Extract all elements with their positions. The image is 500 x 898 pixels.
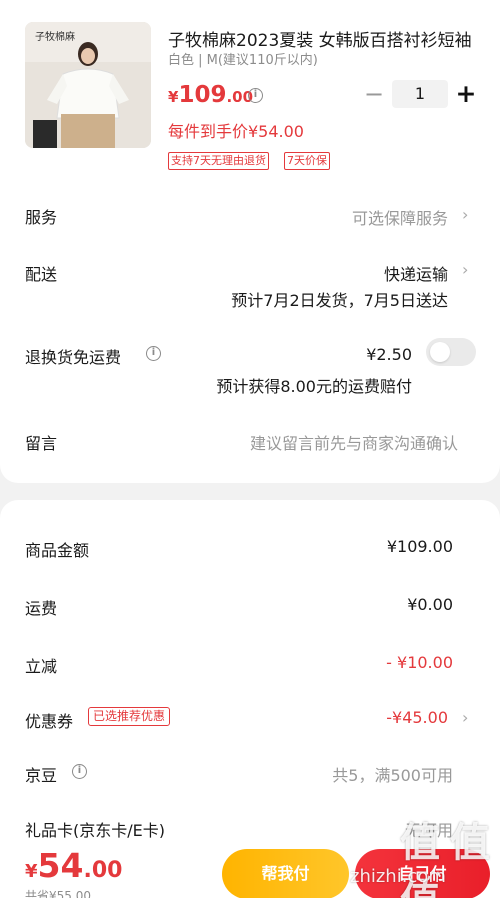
help-me-pay-button[interactable]: 帮我付: [222, 849, 349, 898]
price-info-icon[interactable]: i: [248, 88, 263, 103]
unit-price-after-discount: 每件到手价¥54.00: [168, 122, 304, 141]
tag-7day-return: 支持7天无理由退货: [168, 152, 269, 170]
total-integer: 54: [37, 846, 84, 885]
product-image-brand: 子牧棉麻: [35, 32, 75, 43]
total-saved: 共省¥55.00: [25, 889, 91, 898]
jingdou-value[interactable]: 共5，满500可用: [332, 762, 453, 786]
return-shipping-info-icon[interactable]: i: [146, 346, 161, 361]
order-item-card: 子牧棉麻 子牧棉麻2023夏装 女韩版百搭衬衫短袖 白色 | M(建议110斤以…: [0, 0, 500, 483]
coupon-value[interactable]: -¥45.00: [386, 708, 448, 727]
quantity-input[interactable]: 1: [392, 80, 448, 108]
instant-discount-label: 立减: [25, 657, 58, 676]
coupon-recommended-badge: 已选推荐优惠: [88, 707, 171, 726]
jingdou-label: 京豆: [25, 766, 58, 785]
return-shipping-price: ¥2.50: [366, 345, 412, 364]
return-shipping-label: 退换货免运费: [25, 348, 122, 367]
quantity-increase-button[interactable]: +: [454, 80, 478, 108]
delivery-label: 配送: [25, 265, 58, 284]
message-input[interactable]: 建议留言前先与商家沟通确认: [250, 430, 458, 454]
product-price: ¥109.00: [168, 82, 253, 108]
price-currency: ¥: [168, 88, 179, 106]
message-label: 留言: [25, 434, 58, 453]
tag-7day-price-protect: 7天价保: [284, 152, 330, 170]
delivery-method[interactable]: 快递运输: [384, 261, 448, 285]
product-title[interactable]: 子牧棉麻2023夏装 女韩版百搭衬衫短袖: [168, 26, 473, 51]
total-decimal: .00: [83, 858, 123, 883]
instant-discount-value: - ¥10.00: [386, 653, 453, 672]
product-spec[interactable]: 白色 | M(建议110斤以内): [168, 49, 318, 68]
coupon-label: 优惠券: [25, 712, 74, 731]
coupon-chevron-right-icon[interactable]: ›: [462, 709, 472, 727]
return-shipping-toggle[interactable]: [426, 338, 476, 366]
delivery-chevron-right-icon[interactable]: ›: [462, 261, 472, 279]
shipping-fee-value: ¥0.00: [407, 595, 453, 614]
goods-amount-label: 商品金额: [25, 541, 90, 560]
return-shipping-compensation-note: 预计获得8.00元的运费赔付: [216, 377, 412, 396]
shipping-fee-label: 运费: [25, 599, 58, 618]
service-chevron-right-icon[interactable]: ›: [462, 206, 472, 224]
watermark-url: zhizhi.com: [350, 866, 446, 887]
product-image[interactable]: 子牧棉麻: [25, 22, 151, 148]
price-integer: 109: [178, 82, 227, 108]
goods-amount-value: ¥109.00: [386, 537, 453, 556]
delivery-estimate: 预计7月2日发货，7月5日送达: [231, 291, 448, 310]
toggle-knob: [430, 342, 450, 362]
total-currency: ¥: [25, 861, 38, 882]
service-label: 服务: [25, 208, 58, 227]
service-value[interactable]: 可选保障服务: [352, 205, 448, 229]
quantity-decrease-button[interactable]: −: [362, 80, 386, 108]
jingdou-info-icon[interactable]: i: [72, 764, 87, 779]
total-price: ¥54.00: [25, 846, 122, 885]
